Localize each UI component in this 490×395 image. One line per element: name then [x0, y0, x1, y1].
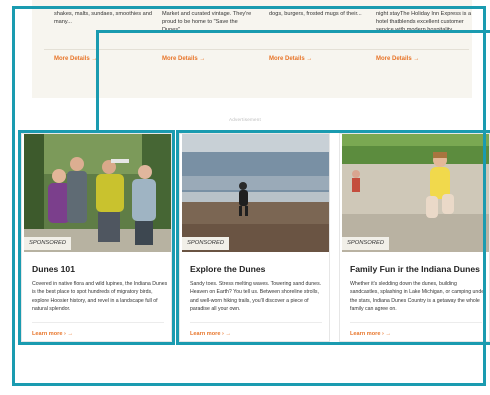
highlight-frame-connector: [96, 30, 490, 33]
highlight-frame-card: [18, 130, 175, 345]
highlight-frame-cards: [176, 130, 490, 345]
highlight-frame-connector: [96, 30, 99, 132]
